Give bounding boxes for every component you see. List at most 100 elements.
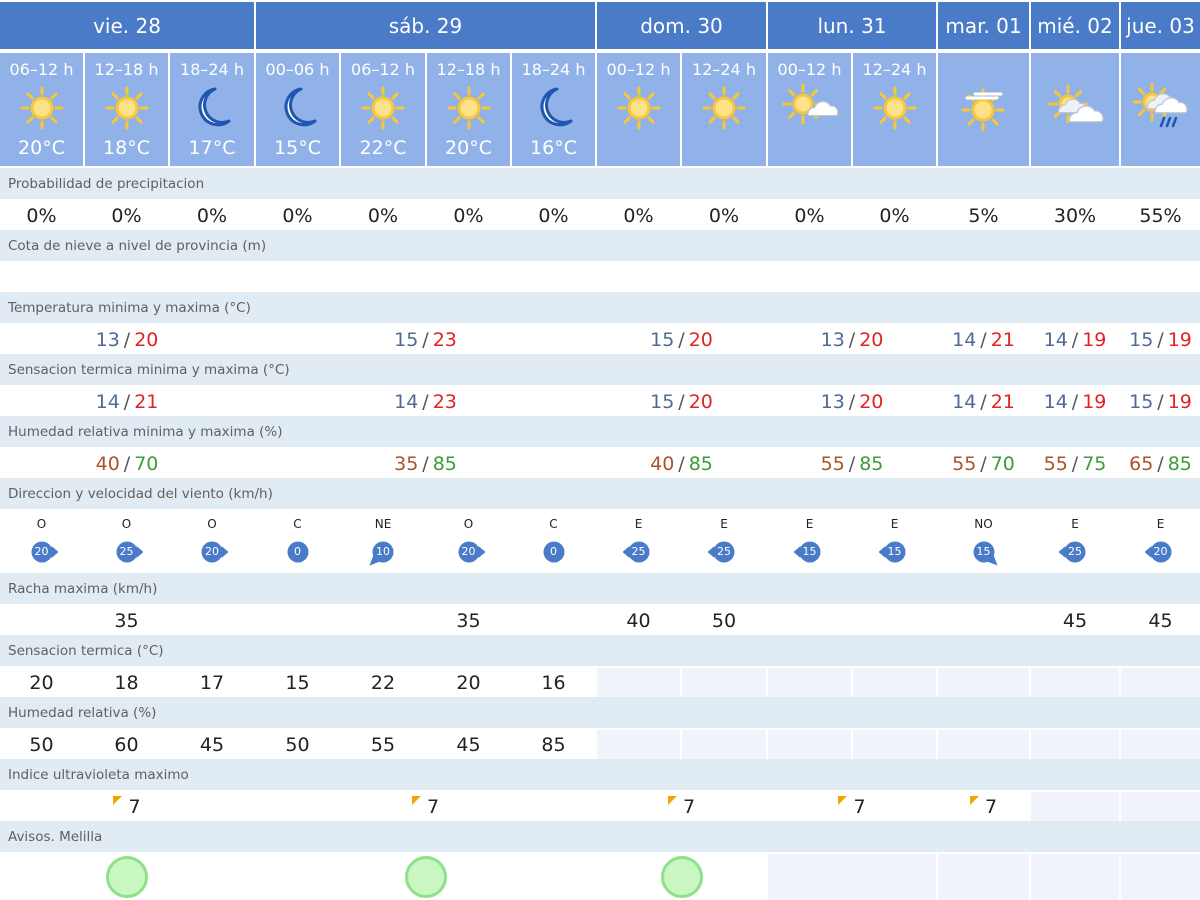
warning-green-icon[interactable] [106, 856, 148, 898]
temp-minmax-max: 19 [1167, 328, 1192, 351]
temp-minmax: 15/20 [597, 325, 766, 354]
uv-cell: 7 [256, 792, 595, 821]
humidity-minmax-min: 40 [650, 452, 675, 475]
feel-slot-value: 18 [85, 668, 168, 697]
wind-speed: 15 [802, 545, 817, 558]
feel-minmax-max: 20 [859, 390, 884, 413]
snow-level-value [768, 263, 851, 292]
humidity-minmax-min: 40 [95, 452, 120, 475]
snow-level-value [256, 263, 339, 292]
humidity-slot-value: 50 [0, 730, 83, 759]
wind-arrow-icon: 20 [20, 537, 64, 567]
humidity-slot-value [1031, 730, 1119, 759]
feel-slot-value: 16 [512, 668, 595, 697]
day-header: dom. 30 [597, 2, 766, 49]
snow-level-value [427, 263, 510, 292]
humidity-minmax-max: 85 [432, 452, 457, 475]
sun-icon [864, 80, 926, 136]
forecast-slot: 12–24 h [853, 53, 936, 166]
feel-slot-value: 20 [0, 668, 83, 697]
slot-temperature: 17°C [188, 137, 236, 159]
precip-value: 0% [853, 201, 936, 230]
humidity-slot-value: 45 [170, 730, 254, 759]
uv-level-icon [838, 796, 848, 805]
separator: / [848, 328, 856, 351]
forecast-slot: 06–12 h 20°C [0, 53, 83, 166]
uv-cell: 7 [938, 792, 1029, 821]
wind-arrow-icon: 15 [788, 537, 832, 567]
feel-minmax: 14/21 [938, 387, 1029, 416]
gust-value: 50 [682, 606, 766, 635]
separator: / [422, 328, 429, 351]
feel-minmax: 15/19 [1121, 387, 1200, 416]
wind-cell: E 25 [1031, 511, 1119, 573]
wind-cell: C0 [512, 511, 595, 573]
temp-minmax-min: 15 [650, 328, 675, 351]
humidity-minmax: 55/75 [1031, 449, 1119, 478]
moon-icon [267, 80, 329, 136]
temp-minmax-min: 15 [394, 328, 419, 351]
slot-temperature: 20°C [18, 137, 65, 159]
snow-level-value [938, 263, 1029, 292]
wind-speed: 20 [1153, 545, 1168, 558]
feel-minmax: 14/21 [0, 387, 254, 416]
rain-cloud-icon [1130, 80, 1192, 136]
wind-cell: O 25 [85, 511, 168, 573]
feel-minmax: 13/20 [768, 387, 936, 416]
feel-slot-value [768, 668, 851, 697]
wind-direction: NE [374, 517, 392, 531]
humidity-minmax-min: 65 [1129, 452, 1154, 475]
humidity-slot-value: 85 [512, 730, 595, 759]
slot-period: 00–12 h [777, 60, 842, 79]
feel-slot-value [1121, 668, 1200, 697]
humidity-slot-value: 45 [427, 730, 510, 759]
sun-icon [11, 80, 73, 136]
humidity-slot-value [853, 730, 936, 759]
forecast-slot: 12–18 h 18°C [85, 53, 168, 166]
wind-direction: E [634, 517, 643, 531]
gust-value [853, 606, 936, 635]
uv-cell [1121, 792, 1200, 821]
humidity-minmax-min: 55 [820, 452, 845, 475]
humidity-minmax: 55/70 [938, 449, 1029, 478]
wind-speed: 0 [550, 545, 557, 558]
forecast-table: vie. 28 sáb. 29 dom. 30 lun. 31 mar. 01 mié. … [0, 0, 1200, 900]
forecast-slot: 18–24 h 16°C [512, 53, 595, 166]
temp-minmax-max: 20 [688, 328, 713, 351]
row-label-precip: Probabilidad de precipitacion [0, 168, 1200, 199]
gust-value [256, 606, 339, 635]
wind-speed: 20 [34, 545, 49, 558]
temp-minmax-min: 13 [820, 328, 845, 351]
wind-speed: 15 [976, 545, 991, 558]
separator: / [980, 390, 987, 413]
day-header: mar. 01 [938, 2, 1029, 49]
wind-arrow-icon: 20 [447, 537, 491, 567]
wind-speed: 20 [205, 545, 219, 558]
precip-value: 55% [1121, 201, 1200, 230]
precip-value: 0% [341, 201, 425, 230]
humidity-minmax-max: 75 [1082, 452, 1107, 475]
feel-minmax-max: 21 [990, 390, 1015, 413]
humidity-minmax: 40/70 [0, 449, 254, 478]
moon-icon [181, 80, 243, 136]
wind-speed: 25 [119, 545, 134, 558]
forecast-slot: 18–24 h 17°C [170, 53, 254, 166]
wind-direction: E [1156, 517, 1165, 531]
slot-period: 18–24 h [521, 60, 586, 79]
temp-minmax: 15/19 [1121, 325, 1200, 354]
feel-slot-value: 15 [256, 668, 339, 697]
feel-minmax-min: 14 [952, 390, 977, 413]
wind-arrow-icon: 25 [1053, 537, 1097, 567]
warning-green-icon[interactable] [660, 856, 703, 898]
row-label-gust: Racha maxima (km/h) [0, 573, 1200, 604]
forecast-slot: 06–12 h 22°C [341, 53, 425, 166]
slot-temperature: 20°C [445, 137, 492, 159]
uv-cell: 7 [597, 792, 766, 821]
warning-green-icon[interactable] [404, 856, 447, 898]
snow-level-value [341, 263, 425, 292]
forecast-slot: 00–12 h [768, 53, 851, 166]
humidity-minmax-min: 55 [1043, 452, 1068, 475]
wind-cell: NE 10 [341, 511, 425, 573]
row-label-feel-slot: Sensacion termica (°C) [0, 635, 1200, 666]
temp-minmax-max: 20 [859, 328, 884, 351]
